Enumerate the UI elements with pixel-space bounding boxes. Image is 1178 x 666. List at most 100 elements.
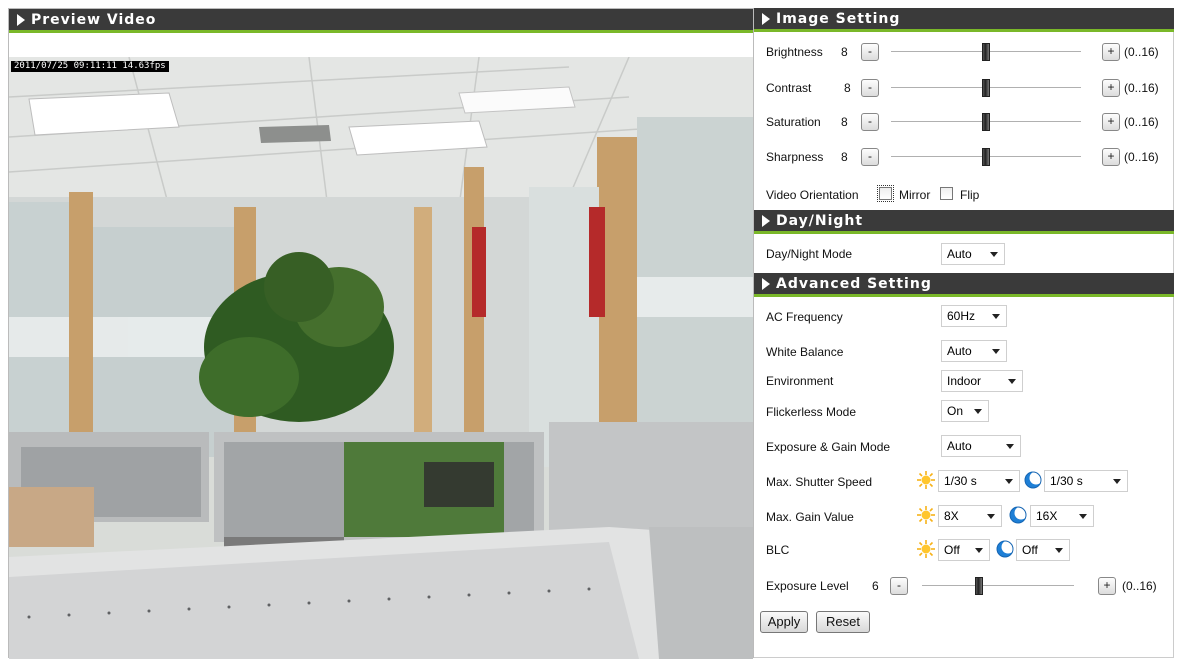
saturation-slider-thumb[interactable] xyxy=(982,113,990,131)
mirror-label: Mirror xyxy=(899,188,931,202)
sun-icon xyxy=(917,540,935,558)
preview-video-header: Preview Video xyxy=(9,9,753,33)
max-shutter-speed-night-value: 1/30 s xyxy=(1050,474,1083,488)
preview-video-title: Preview Video xyxy=(31,12,157,28)
flip-checkbox[interactable] xyxy=(940,187,953,200)
brightness-value: 8 xyxy=(841,45,848,59)
ac-frequency-select[interactable]: 60Hz xyxy=(941,305,1007,327)
saturation-increase-button[interactable]: + xyxy=(1102,113,1120,131)
image-setting-title: Image Setting xyxy=(776,11,901,27)
video-timestamp-overlay: 2011/07/25 09:11:11 14.63fps xyxy=(11,61,169,72)
max-gain-value-label: Max. Gain Value xyxy=(766,510,854,524)
white-balance-select[interactable]: Auto xyxy=(941,340,1007,362)
exposure-level-slider-track[interactable] xyxy=(922,585,1074,586)
flip-label: Flip xyxy=(960,188,980,202)
chevron-down-icon xyxy=(1113,479,1121,484)
day-night-mode-label: Day/Night Mode xyxy=(766,247,853,261)
exposure-level-range: (0..16) xyxy=(1122,579,1157,593)
preview-video-panel: Preview Video 2011/07/25 09:11:11 14.63f… xyxy=(8,8,754,659)
brightness-decrease-button[interactable]: - xyxy=(861,43,879,61)
moon-icon xyxy=(996,540,1014,558)
exposure-gain-mode-select[interactable]: Auto xyxy=(941,435,1021,457)
max-gain-night-value: 16X xyxy=(1036,509,1058,523)
flickerless-mode-value: On xyxy=(947,404,964,418)
saturation-value: 8 xyxy=(841,115,848,129)
sun-icon xyxy=(917,506,935,524)
sharpness-increase-button[interactable]: + xyxy=(1102,148,1120,166)
max-gain-day-select[interactable]: 8X xyxy=(938,505,1002,527)
flickerless-mode-select[interactable]: On xyxy=(941,400,989,422)
triangle-right-icon xyxy=(762,215,770,227)
environment-select[interactable]: Indoor xyxy=(941,370,1023,392)
chevron-down-icon xyxy=(992,349,1000,354)
saturation-label: Saturation xyxy=(766,115,821,129)
advanced-setting-title: Advanced Setting xyxy=(776,276,932,292)
chevron-down-icon xyxy=(992,314,1000,319)
day-night-mode-select[interactable]: Auto xyxy=(941,243,1005,265)
brightness-increase-button[interactable]: + xyxy=(1102,43,1120,61)
sharpness-range: (0..16) xyxy=(1124,150,1159,164)
blc-day-select[interactable]: Off xyxy=(938,539,990,561)
exposure-gain-mode-label: Exposure & Gain Mode xyxy=(766,440,891,454)
environment-label: Environment xyxy=(766,374,834,388)
chevron-down-icon xyxy=(1008,379,1016,384)
saturation-decrease-button[interactable]: - xyxy=(861,113,879,131)
reset-button[interactable]: Reset xyxy=(816,611,870,633)
exposure-gain-mode-value: Auto xyxy=(947,439,972,453)
chevron-down-icon xyxy=(990,252,998,257)
ac-frequency-label: AC Frequency xyxy=(766,310,843,324)
advanced-setting-header: Advanced Setting xyxy=(754,273,1174,297)
chevron-down-icon xyxy=(975,548,983,553)
exposure-level-decrease-button[interactable]: - xyxy=(890,577,908,595)
max-gain-night-select[interactable]: 16X xyxy=(1030,505,1094,527)
blc-label: BLC xyxy=(766,543,790,557)
chevron-down-icon xyxy=(1006,444,1014,449)
mirror-checkbox[interactable] xyxy=(877,185,894,202)
exposure-level-increase-button[interactable]: + xyxy=(1098,577,1116,595)
video-orientation-label: Video Orientation xyxy=(766,188,859,202)
blc-day-value: Off xyxy=(944,543,960,557)
apply-button[interactable]: Apply xyxy=(760,611,808,633)
brightness-slider-thumb[interactable] xyxy=(982,43,990,61)
contrast-range: (0..16) xyxy=(1124,81,1159,95)
contrast-decrease-button[interactable]: - xyxy=(861,79,879,97)
sun-icon xyxy=(917,471,935,489)
settings-panel: Image Setting Brightness 8 - + (0..16) C… xyxy=(754,8,1174,658)
video-stream[interactable]: 2011/07/25 09:11:11 14.63fps xyxy=(9,57,753,659)
contrast-increase-button[interactable]: + xyxy=(1102,79,1120,97)
exposure-level-slider-thumb[interactable] xyxy=(975,577,983,595)
triangle-right-icon xyxy=(17,14,25,26)
triangle-right-icon xyxy=(762,13,770,25)
triangle-right-icon xyxy=(762,278,770,290)
chevron-down-icon xyxy=(1079,514,1087,519)
environment-value: Indoor xyxy=(947,374,982,388)
chevron-down-icon xyxy=(987,514,995,519)
max-shutter-speed-day-select[interactable]: 1/30 s xyxy=(938,470,1020,492)
day-night-title: Day/Night xyxy=(776,213,864,229)
flickerless-mode-label: Flickerless Mode xyxy=(766,405,857,419)
white-balance-label: White Balance xyxy=(766,345,844,359)
chevron-down-icon xyxy=(974,409,982,414)
contrast-slider-thumb[interactable] xyxy=(982,79,990,97)
exposure-level-label: Exposure Level xyxy=(766,579,849,593)
contrast-label: Contrast xyxy=(766,81,812,95)
sharpness-decrease-button[interactable]: - xyxy=(861,148,879,166)
brightness-range: (0..16) xyxy=(1124,45,1159,59)
moon-icon xyxy=(1024,471,1042,489)
office-scene-image xyxy=(9,57,753,659)
sharpness-slider-thumb[interactable] xyxy=(982,148,990,166)
max-gain-day-value: 8X xyxy=(944,509,959,523)
max-shutter-speed-day-value: 1/30 s xyxy=(944,474,977,488)
blc-night-select[interactable]: Off xyxy=(1016,539,1070,561)
day-night-header: Day/Night xyxy=(754,210,1174,234)
sharpness-label: Sharpness xyxy=(766,150,824,164)
sharpness-value: 8 xyxy=(841,150,848,164)
blc-night-value: Off xyxy=(1022,543,1038,557)
exposure-level-value: 6 xyxy=(872,579,879,593)
contrast-value: 8 xyxy=(844,81,851,95)
white-balance-value: Auto xyxy=(947,344,972,358)
day-night-mode-value: Auto xyxy=(947,247,972,261)
brightness-label: Brightness xyxy=(766,45,823,59)
max-shutter-speed-night-select[interactable]: 1/30 s xyxy=(1044,470,1128,492)
moon-icon xyxy=(1009,506,1027,524)
